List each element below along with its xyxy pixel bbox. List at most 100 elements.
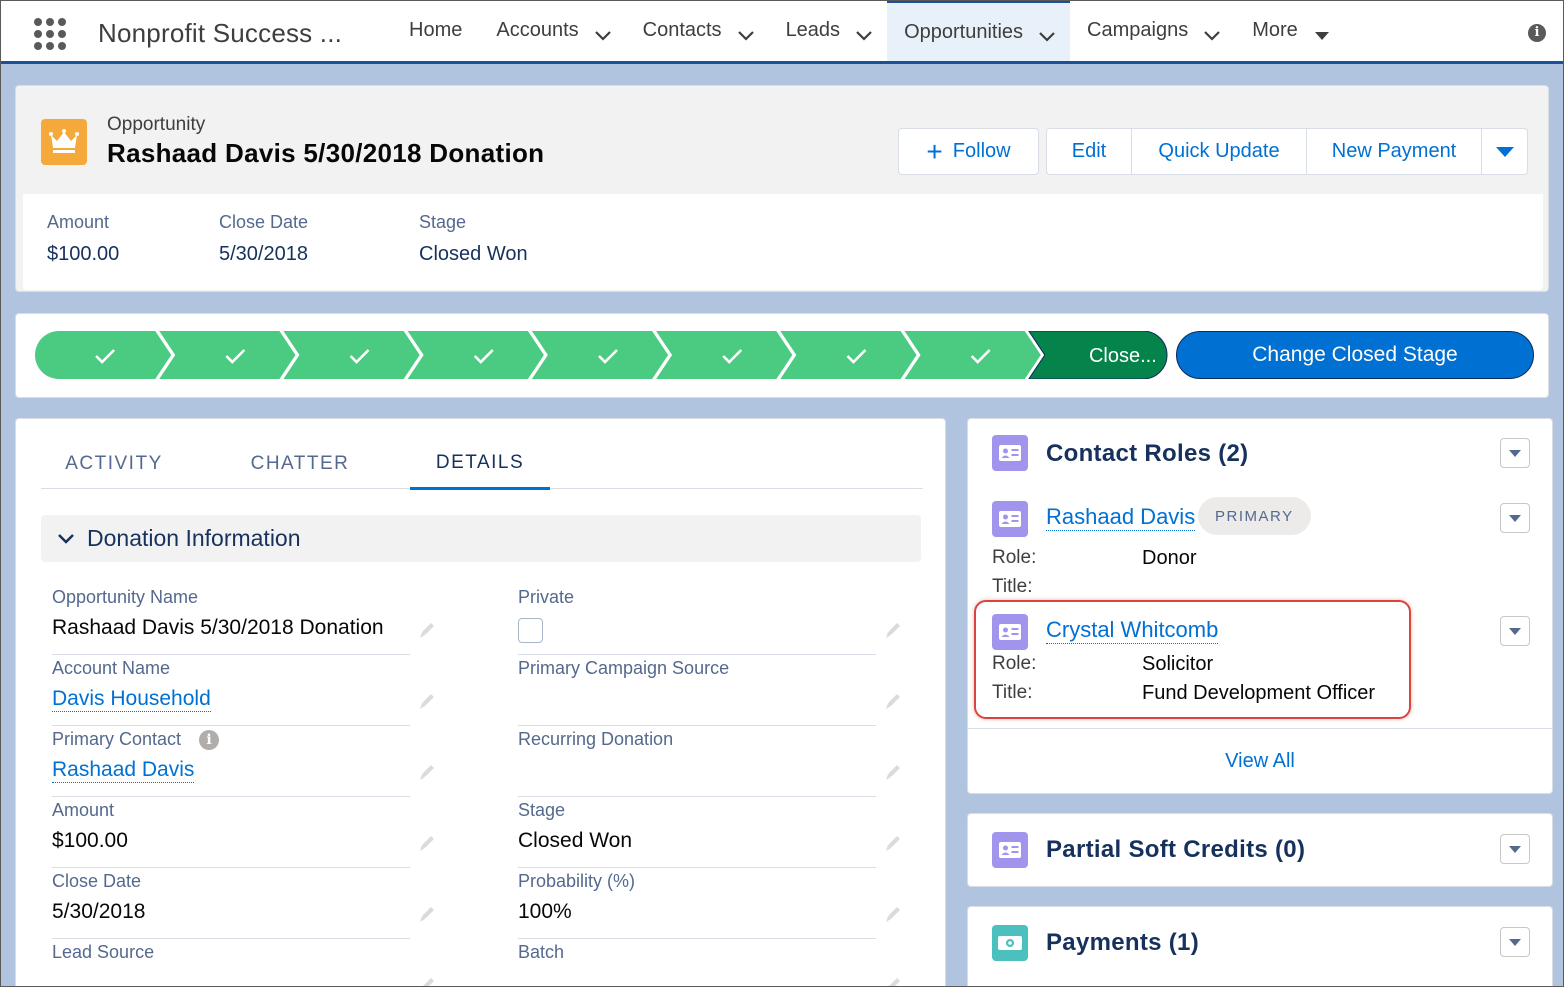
tab-details[interactable]: DETAILS: [410, 439, 550, 490]
follow-button[interactable]: + Follow: [898, 128, 1039, 175]
field-value: Rashaad Davis 5/30/2018 Donation: [52, 616, 384, 639]
nav-item-contacts[interactable]: Contacts: [626, 0, 769, 61]
contact-roles-menu-button[interactable]: [1500, 438, 1530, 468]
contact-roles-title: Contact Roles (2): [1046, 440, 1249, 467]
nav-item-accounts[interactable]: Accounts: [479, 0, 625, 61]
field-account-name: Account Name Davis Household: [52, 658, 434, 726]
view-all-link[interactable]: View All: [968, 728, 1552, 794]
path-stages: Close...: [35, 331, 1169, 379]
path-stage-current[interactable]: Close...: [1028, 331, 1168, 379]
chevron-down-icon[interactable]: [594, 24, 611, 41]
account-link[interactable]: Davis Household: [52, 687, 211, 712]
field-label: Amount: [52, 800, 115, 820]
pencil-icon[interactable]: [884, 976, 906, 987]
caret-down-icon: [1495, 146, 1514, 157]
field-lead-source: Lead Source: [52, 942, 434, 987]
contact-role-link[interactable]: Rashaad Davis: [1046, 504, 1196, 531]
field-recurring-donation: Recurring Donation: [518, 729, 900, 797]
change-closed-stage-button[interactable]: Change Closed Stage: [1176, 331, 1534, 379]
nav-tabs: Home Accounts Contacts Leads Opportuniti…: [392, 0, 1345, 61]
new-payment-button[interactable]: New Payment: [1307, 128, 1482, 175]
field-stage: Stage Closed Won: [518, 800, 900, 868]
path-stage-complete[interactable]: [159, 331, 296, 379]
contact-role-menu-button[interactable]: [1500, 616, 1530, 646]
pencil-icon[interactable]: [884, 905, 906, 923]
path-stage-complete[interactable]: [283, 331, 420, 379]
app-name: Nonprofit Success ...: [98, 18, 343, 48]
payments-card: Payments (1): [967, 906, 1553, 987]
private-checkbox[interactable]: [518, 618, 543, 643]
path-current-label: Close...: [1089, 345, 1157, 367]
record-detail-card: ACTIVITY CHATTER DETAILS Donation Inform…: [15, 418, 946, 987]
info-icon[interactable]: i: [199, 729, 220, 750]
nav-item-label: Leads: [785, 19, 841, 41]
global-navigation: Nonprofit Success ... Home Accounts Cont…: [0, 0, 1564, 64]
path-stage-complete[interactable]: [780, 331, 917, 379]
primary-badge: PRIMARY: [1198, 497, 1311, 535]
path-stage-complete[interactable]: [407, 331, 544, 379]
field-label: Primary Campaign Source: [518, 658, 730, 678]
field-label: Lead Source: [52, 942, 155, 962]
quick-update-button[interactable]: Quick Update: [1132, 128, 1307, 175]
highlight-value: $100.00: [47, 243, 120, 265]
edit-button[interactable]: Edit: [1046, 128, 1132, 175]
pencil-icon[interactable]: [884, 763, 906, 781]
record-type: Opportunity: [107, 114, 206, 135]
highlight-close-date: Close Date 5/30/2018: [219, 212, 308, 266]
field-label: Stage: [518, 800, 566, 820]
pencil-icon[interactable]: [418, 834, 440, 852]
payments-title: Payments (1): [1046, 929, 1199, 956]
app-launcher-icon[interactable]: [34, 18, 66, 50]
field-value: Closed Won: [518, 829, 633, 852]
caret-down-icon[interactable]: [1314, 24, 1329, 40]
primary-contact-link[interactable]: Rashaad Davis: [52, 758, 195, 783]
field-label: Opportunity Name: [52, 587, 199, 607]
field-value: $100.00: [52, 829, 128, 852]
pencil-icon[interactable]: [884, 834, 906, 852]
info-icon[interactable]: i: [1528, 24, 1546, 42]
chevron-down-icon[interactable]: [1204, 24, 1220, 41]
path-stage-complete[interactable]: [904, 331, 1041, 379]
chevron-down-icon[interactable]: [1039, 25, 1055, 42]
tab-chatter[interactable]: CHATTER: [227, 439, 373, 489]
pencil-icon[interactable]: [418, 976, 440, 987]
field-close-date: Close Date 5/30/2018: [52, 871, 434, 939]
pencil-icon[interactable]: [884, 621, 906, 639]
contact-card-icon: [992, 435, 1028, 471]
highlight-value: 5/30/2018: [219, 243, 308, 265]
pencil-icon[interactable]: [418, 763, 440, 781]
field-batch: Batch: [518, 942, 900, 987]
opportunity-crown-icon: [41, 119, 87, 165]
nav-item-label: Contacts: [642, 19, 722, 41]
pencil-icon[interactable]: [418, 621, 440, 639]
nav-item-more[interactable]: More: [1235, 0, 1345, 61]
field-opportunity-name: Opportunity Name Rashaad Davis 5/30/2018…: [52, 587, 434, 655]
pencil-icon[interactable]: [418, 692, 440, 710]
highlight-label: Close Date: [219, 212, 309, 232]
pencil-icon[interactable]: [418, 905, 440, 923]
field-label: Recurring Donation: [518, 729, 674, 749]
path-stage-complete[interactable]: [531, 331, 669, 379]
caret-down-icon: [1509, 514, 1521, 522]
partial-soft-credits-menu-button[interactable]: [1500, 834, 1530, 864]
chevron-down-icon[interactable]: [737, 24, 754, 41]
contact-role-menu-button[interactable]: [1500, 503, 1530, 533]
nav-item-home[interactable]: Home: [392, 0, 479, 61]
title-label: Title:: [992, 576, 1033, 597]
path-stage-complete[interactable]: [656, 331, 793, 379]
pencil-icon[interactable]: [884, 692, 906, 710]
payments-menu-button[interactable]: [1500, 927, 1530, 957]
chevron-down-icon[interactable]: [856, 24, 872, 41]
field-label: Close Date: [52, 871, 142, 891]
nav-item-opportunities[interactable]: Opportunities: [887, 0, 1071, 61]
donation-information-section[interactable]: Donation Information: [41, 515, 921, 562]
nav-item-campaigns[interactable]: Campaigns: [1070, 0, 1235, 61]
field-value: 5/30/2018: [52, 900, 146, 923]
contact-card-icon: [992, 832, 1028, 868]
plus-icon: +: [926, 135, 943, 167]
nav-item-leads[interactable]: Leads: [769, 0, 888, 61]
tab-activity[interactable]: ACTIVITY: [41, 439, 187, 489]
path-stage-complete[interactable]: [35, 331, 172, 379]
more-actions-button[interactable]: [1482, 128, 1528, 175]
role-label: Role:: [992, 547, 1037, 568]
